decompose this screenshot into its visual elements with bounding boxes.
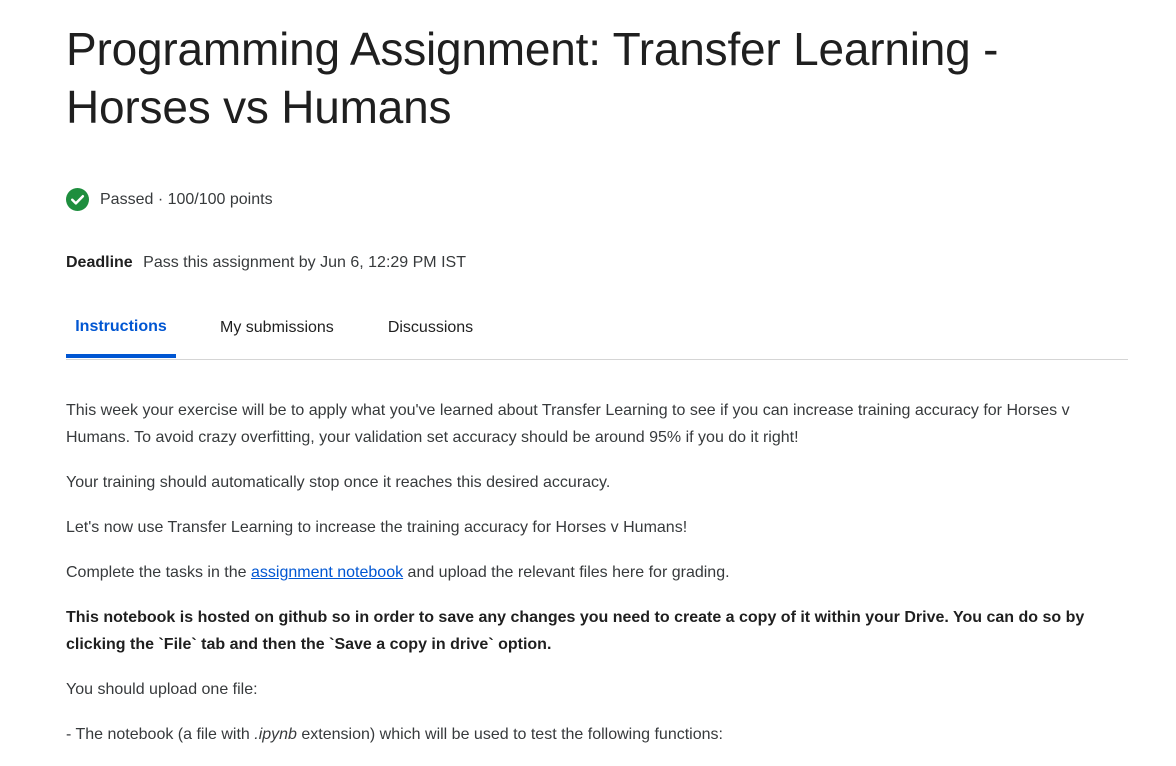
instructions-paragraph-notebook: - The notebook (a file with .ipynb exten…	[66, 721, 1128, 748]
notebook-text-after: extension) which will be used to test th…	[296, 726, 723, 743]
check-circle-icon	[66, 188, 89, 211]
tab-bar: Instructions My submissions Discussions	[66, 300, 1128, 360]
deadline-text: Pass this assignment by Jun 6, 12:29 PM …	[143, 254, 466, 271]
instructions-paragraph-intro: This week your exercise will be to apply…	[66, 402, 1070, 446]
tasks-text-after: and upload the relevant files here for g…	[403, 564, 730, 581]
instructions-paragraph-upload: You should upload one file:	[66, 681, 258, 698]
tab-my-submissions[interactable]: My submissions	[220, 300, 334, 356]
instructions-paragraph-github-note: This notebook is hosted on github so in …	[66, 609, 1085, 653]
status-text: Passed · 100/100 points	[100, 190, 273, 208]
instructions-paragraph-stop: Your training should automatically stop …	[66, 474, 611, 491]
assignment-page: Programming Assignment: Transfer Learnin…	[66, 0, 1128, 743]
notebook-extension: .ipynb	[254, 726, 297, 743]
deadline-row: Deadline Pass this assignment by Jun 6, …	[66, 254, 466, 272]
page-title: Programming Assignment: Transfer Learnin…	[66, 23, 999, 133]
instructions-paragraph-transfer: Let's now use Transfer Learning to incre…	[66, 519, 688, 536]
assignment-notebook-link[interactable]: assignment notebook	[251, 564, 403, 581]
tab-discussions[interactable]: Discussions	[388, 300, 473, 356]
instructions-content: This week your exercise will be to apply…	[66, 397, 1128, 766]
tab-instructions[interactable]: Instructions	[66, 300, 176, 358]
notebook-text-before: - The notebook (a file with	[66, 726, 255, 743]
status-row: Passed · 100/100 points	[66, 188, 273, 211]
instructions-paragraph-tasks: Complete the tasks in the assignment not…	[66, 559, 1128, 586]
tasks-text-before: Complete the tasks in the	[66, 564, 251, 581]
deadline-label: Deadline	[66, 254, 133, 271]
